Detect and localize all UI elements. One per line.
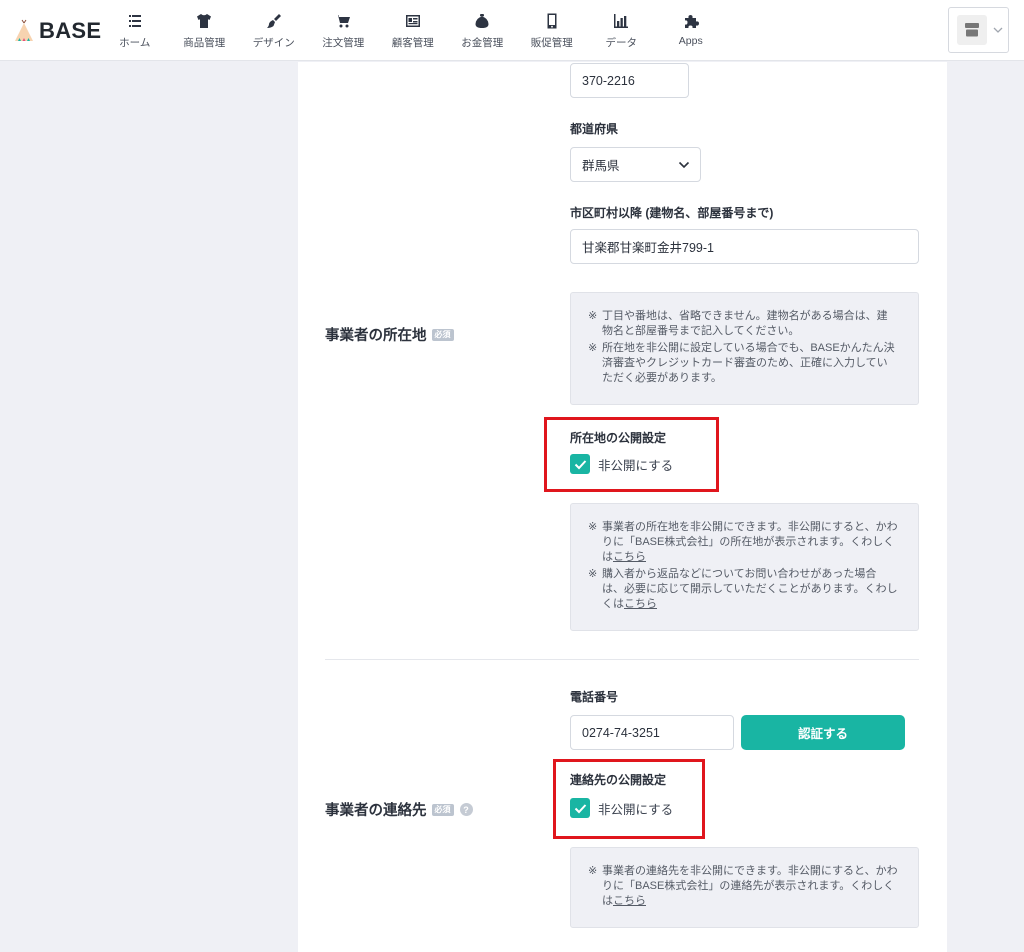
nav-label: データ	[605, 37, 638, 49]
nav-label: 販促管理	[530, 37, 573, 49]
id-card-icon	[404, 12, 422, 30]
address-visibility-note-box: ※ 事業者の所在地を非公開にできます。非公開にすると、かわりに「BASE株式会社」…	[570, 503, 919, 631]
nav-item-orders[interactable]: 注文管理	[309, 0, 379, 61]
nav-item-customers[interactable]: 顧客管理	[378, 0, 448, 61]
nav-label: ホーム	[119, 37, 151, 49]
section-title-text: 事業者の所在地	[325, 328, 427, 344]
help-icon[interactable]: ?	[459, 803, 473, 816]
money-bag-icon	[473, 12, 491, 30]
nav-label: Apps	[678, 35, 703, 47]
shop-switcher[interactable]	[948, 7, 1009, 53]
tshirt-icon	[195, 12, 213, 30]
contact-visibility-label: 連絡先の公開設定	[570, 773, 667, 787]
home-list-icon	[126, 12, 144, 30]
phone-value: 0274-74-3251	[582, 725, 660, 740]
prefecture-select[interactable]: 群馬県	[570, 147, 701, 182]
required-badge: 必須	[431, 328, 454, 341]
nav-item-design[interactable]: デザイン	[239, 0, 309, 61]
verify-button[interactable]: 認証する	[741, 715, 905, 750]
settings-panel: 370-2216 都道府県 群馬県 市区町村以降 (建物名、部屋番号まで) 甘楽…	[298, 62, 947, 952]
nav-item-apps[interactable]: Apps	[656, 0, 726, 61]
address-label: 市区町村以降 (建物名、部屋番号まで)	[570, 206, 774, 220]
note-item: ※ 所在地を非公開に設定している場合でも、BASEかんたん決済審査やクレジットカー…	[588, 342, 895, 384]
postal-code-value: 370-2216	[582, 73, 635, 88]
shop-icon	[957, 15, 987, 45]
nav-item-promotion[interactable]: 販促管理	[517, 0, 587, 61]
checkbox-label: 非公開にする	[598, 802, 674, 817]
details-link[interactable]: こちら	[624, 598, 657, 610]
section-divider	[325, 659, 919, 660]
teepee-logo-icon	[15, 19, 33, 41]
puzzle-icon	[682, 12, 700, 30]
nav-item-products[interactable]: 商品管理	[170, 0, 240, 61]
address-note-box: ※ 丁目や番地は、省略できません。建物名がある場合は、建物名と部屋番号まで記入して…	[570, 292, 919, 405]
checkbox-checked[interactable]	[570, 454, 590, 474]
cart-icon	[334, 12, 352, 30]
note-item: ※ 購入者から返品などについてお問い合わせがあった場合は、必要に応じて開示していた…	[588, 568, 898, 610]
main-nav: ホーム 商品管理 デザイン 注文管理 顧客管理 お金管理 販促管理 データ Ap…	[100, 0, 726, 61]
base-logo[interactable]: BASE	[12, 17, 101, 45]
smartphone-icon	[543, 12, 561, 30]
chevron-down-icon	[993, 27, 1003, 33]
address-private-checkbox[interactable]: 非公開にする	[570, 454, 673, 474]
prefecture-selected-value: 群馬県	[582, 159, 620, 173]
contact-section-title: 事業者の連絡先 必須 ?	[325, 799, 473, 820]
note-item: ※ 丁目や番地は、省略できません。建物名がある場合は、建物名と部屋番号まで記入して…	[588, 310, 888, 337]
logo-text: BASE	[39, 18, 102, 43]
phone-input[interactable]: 0274-74-3251	[570, 715, 734, 750]
nav-item-data[interactable]: データ	[587, 0, 657, 61]
details-link[interactable]: こちら	[613, 895, 646, 907]
note-item: ※ 事業者の所在地を非公開にできます。非公開にすると、かわりに「BASE株式会社」…	[588, 521, 898, 563]
nav-item-home[interactable]: ホーム	[100, 0, 170, 61]
nav-label: お金管理	[461, 37, 504, 49]
checkmark-icon	[574, 459, 586, 469]
chevron-down-icon	[678, 161, 690, 169]
checkbox-label: 非公開にする	[598, 458, 674, 473]
details-link[interactable]: こちら	[613, 551, 646, 563]
note-item: ※ 事業者の連絡先を非公開にできます。非公開にすると、かわりに「BASE株式会社」…	[588, 865, 898, 907]
nav-label: 顧客管理	[391, 37, 434, 49]
top-header: BASE ホーム 商品管理 デザイン 注文管理 顧客管理 お金管理 販促管理 デ…	[0, 0, 1024, 61]
checkmark-icon	[574, 803, 586, 813]
address-visibility-label: 所在地の公開設定	[570, 431, 667, 445]
required-badge: 必須	[431, 803, 454, 816]
section-title-text: 事業者の連絡先	[325, 803, 427, 819]
prefecture-label: 都道府県	[570, 122, 619, 136]
nav-label: 注文管理	[322, 37, 365, 49]
nav-item-money[interactable]: お金管理	[448, 0, 518, 61]
paintbrush-icon	[265, 12, 283, 30]
nav-label: デザイン	[252, 37, 295, 49]
bar-chart-icon	[612, 12, 630, 30]
nav-label: 商品管理	[183, 37, 226, 49]
contact-visibility-note-box: ※ 事業者の連絡先を非公開にできます。非公開にすると、かわりに「BASE株式会社」…	[570, 847, 919, 928]
address-value: 甘楽郡甘楽町金井799-1	[582, 241, 714, 255]
phone-label: 電話番号	[570, 690, 619, 704]
address-section-title: 事業者の所在地 必須	[325, 324, 454, 345]
checkbox-checked[interactable]	[570, 798, 590, 818]
address-input[interactable]: 甘楽郡甘楽町金井799-1	[570, 229, 919, 264]
contact-private-checkbox[interactable]: 非公開にする	[570, 798, 673, 818]
postal-code-input[interactable]: 370-2216	[570, 63, 689, 98]
